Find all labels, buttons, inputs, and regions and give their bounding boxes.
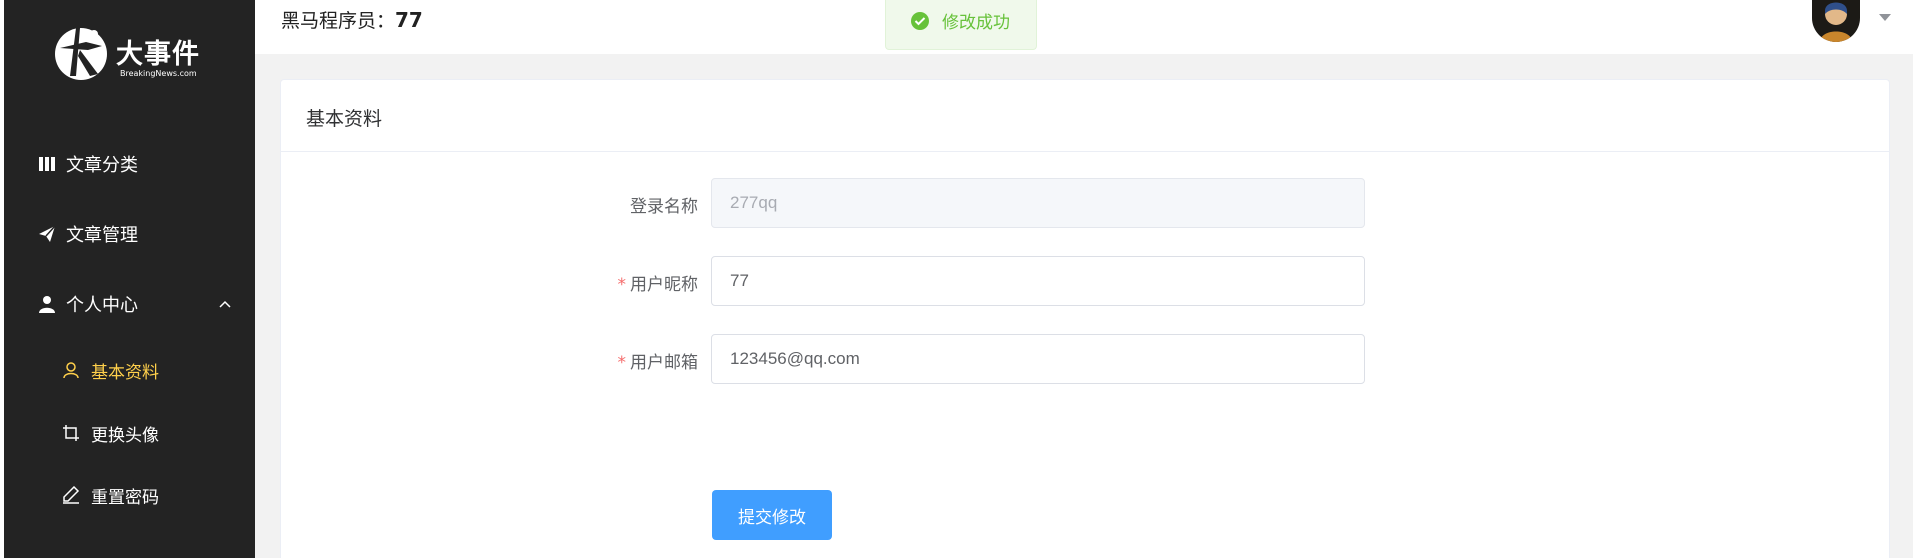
sidebar-item-article-category[interactable]: 文章分类 [4, 134, 255, 194]
sidebar-item-reset-password[interactable]: 重置密码 [4, 467, 255, 523]
sidebar-item-basic-info[interactable]: 基本资料 [4, 342, 255, 398]
required-mark: * [617, 353, 627, 373]
sidebar-sub-label: 更换头像 [91, 425, 159, 446]
sidebar-item-label: 个人中心 [66, 295, 138, 316]
sidebar-item-label: 文章管理 [66, 225, 138, 246]
paper-plane-icon [36, 223, 58, 245]
book-icon [36, 153, 58, 175]
card-header: 基本资料 [281, 80, 1889, 152]
page-title: 黑马程序员：77 [281, 6, 423, 33]
card-title: 基本资料 [306, 108, 383, 130]
nickname-field[interactable] [711, 256, 1365, 306]
toast-message: 修改成功 [942, 13, 1010, 33]
brand-logo: 大事件 BreakingNews.com [50, 18, 220, 88]
crop-icon [60, 422, 82, 444]
title-prefix: 黑马程序员： [281, 10, 396, 32]
success-toast: 修改成功 [885, 0, 1037, 50]
avatar-image-icon [1812, 0, 1860, 42]
email-field[interactable] [711, 334, 1365, 384]
login-name-label: 登录名称 [630, 197, 698, 217]
chevron-up-icon [219, 300, 231, 308]
brand-subtitle: BreakingNews.com [120, 69, 197, 78]
profile-card: 基本资料 登录名称 *用户昵称 *用户邮箱 提交修改 [280, 79, 1890, 558]
caret-down-icon[interactable] [1878, 12, 1892, 22]
login-name-field [711, 178, 1365, 228]
sidebar-sub-label: 重置密码 [91, 487, 159, 508]
user-nickname: 77 [395, 8, 423, 32]
success-check-icon [911, 12, 929, 30]
logo-icon [55, 28, 107, 80]
user-icon [36, 293, 58, 315]
sidebar-sub-label: 基本资料 [91, 362, 159, 383]
brand-name: 大事件 [116, 39, 200, 70]
email-label: * 用户邮箱 [617, 353, 699, 373]
avatar[interactable] [1812, 0, 1860, 42]
top-header: 黑马程序员：77 [255, 0, 1913, 54]
nickname-label: * 用户昵称 [617, 275, 699, 295]
required-mark: * [617, 275, 627, 295]
user-outline-icon [60, 359, 82, 381]
sidebar-item-article-manage[interactable]: 文章管理 [4, 204, 255, 264]
submit-button[interactable]: 提交修改 [712, 490, 832, 540]
sidebar-item-label: 文章分类 [66, 155, 138, 176]
edit-pen-icon [60, 484, 82, 506]
sidebar-item-personal-center[interactable]: 个人中心 [4, 274, 255, 334]
sidebar-item-change-avatar[interactable]: 更换头像 [4, 405, 255, 461]
